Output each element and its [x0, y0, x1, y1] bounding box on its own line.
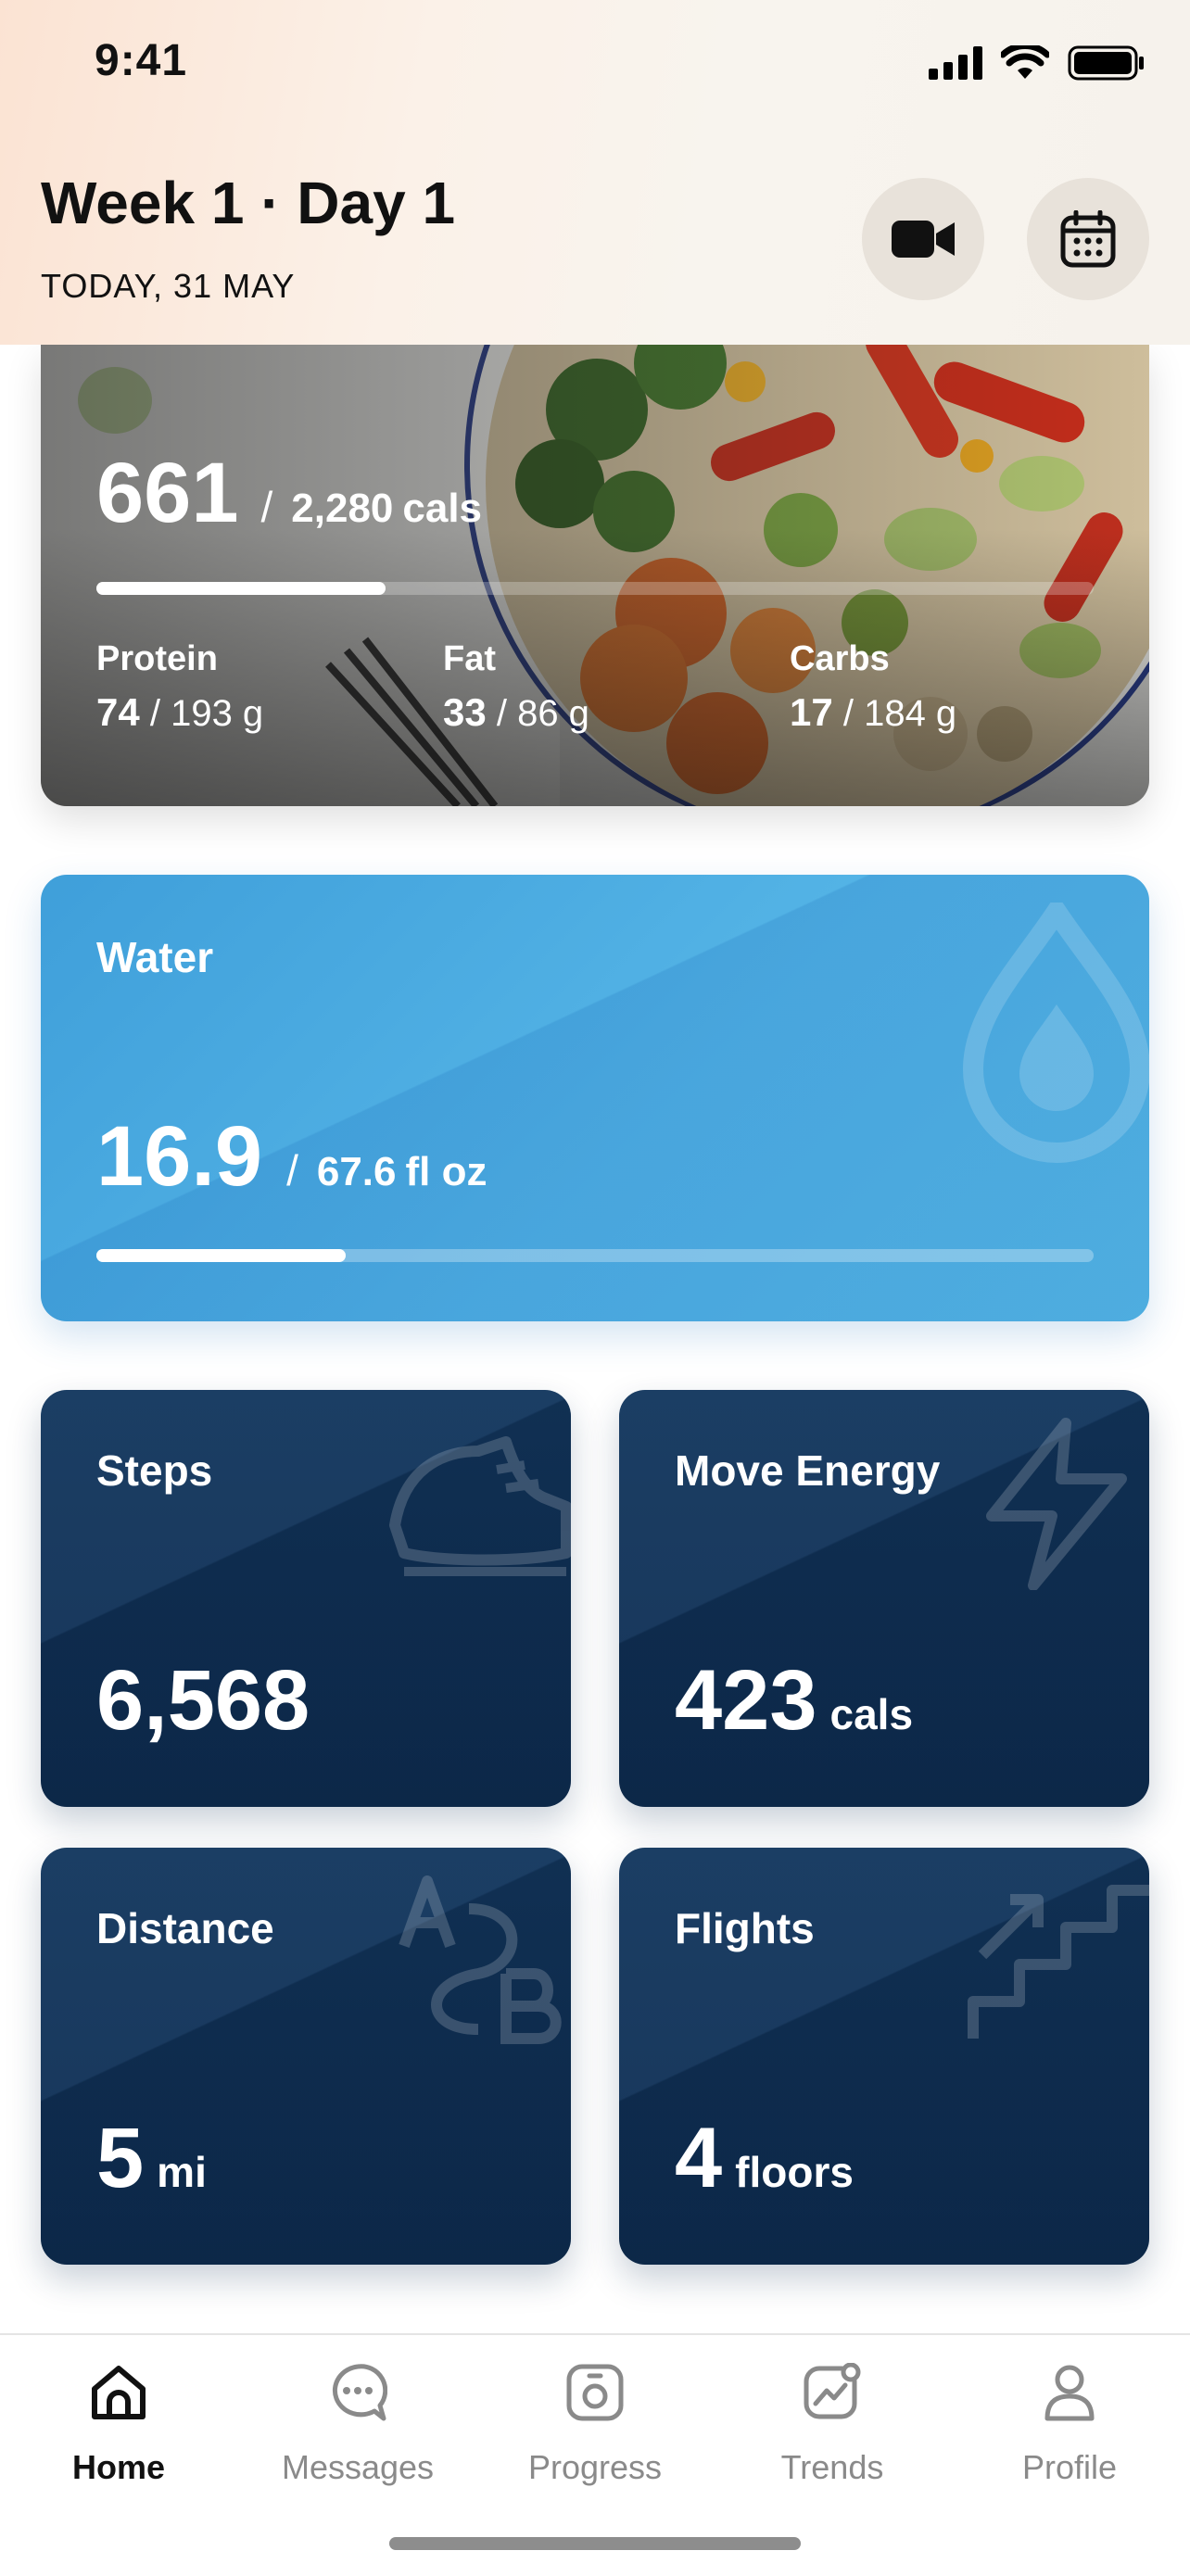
tab-progress[interactable]: Progress: [476, 2335, 714, 2511]
tab-label: Home: [71, 2448, 166, 2486]
water-title: Water: [96, 933, 214, 981]
macro-values: 33 / 86 g: [443, 690, 589, 735]
tab-trends[interactable]: Trends: [714, 2335, 951, 2511]
water-separator: /: [286, 1146, 298, 1194]
video-call-button[interactable]: [862, 178, 984, 300]
macro-label: Carbs: [790, 639, 890, 678]
water-unit: fl oz: [405, 1149, 487, 1194]
video-camera-icon: [892, 221, 955, 258]
macro-label: Protein: [96, 639, 218, 678]
macro-value: 74: [96, 690, 140, 734]
calendar-icon: [1060, 210, 1116, 268]
water-target: 67.6: [316, 1149, 397, 1194]
calories-card[interactable]: 661 / 2,280 cals Protein 74 / 193 g Fat …: [41, 345, 1149, 806]
sneaker-icon: [389, 1436, 571, 1576]
a-to-b-route-icon: [399, 1875, 562, 2044]
water-drop-icon: [962, 903, 1149, 1163]
tab-label: Trends: [780, 2448, 884, 2486]
tab-label: Profile: [1021, 2448, 1118, 2486]
calories-consumed: 661: [96, 446, 239, 540]
person-icon: [1044, 2365, 1095, 2421]
macro-value: 17: [790, 690, 833, 734]
tab-home[interactable]: Home: [0, 2335, 237, 2511]
stat-value: 4: [675, 2111, 723, 2205]
stairs-icon: [968, 1885, 1149, 2039]
stat-summary: 423 cals: [675, 1652, 913, 1749]
progress-camera-icon: [566, 2364, 624, 2421]
stat-title: Flights: [675, 1904, 815, 1952]
stat-summary: 4 floors: [675, 2110, 854, 2207]
stat-value: 423: [675, 1653, 817, 1748]
trends-chart-icon: [804, 2363, 861, 2419]
stat-value: 5: [96, 2111, 145, 2205]
macro-fat: Fat 33 / 86 g: [443, 639, 589, 735]
chat-bubble-icon: [332, 2364, 387, 2421]
macro-values: 17 / 184 g: [790, 690, 956, 735]
wifi-icon: [1001, 45, 1049, 79]
calories-target: 2,280: [291, 486, 394, 531]
app-header: 9:41 Week 1 · Day 1 TODAY, 31 MAY: [0, 0, 1190, 345]
stat-unit: floors: [735, 2148, 854, 2196]
tab-label: Messages: [281, 2448, 435, 2486]
battery-icon: [1068, 45, 1144, 81]
home-icon: [92, 2366, 146, 2419]
macro-label: Fat: [443, 639, 496, 678]
water-progress-fill: [96, 1249, 346, 1262]
tab-label: Progress: [527, 2448, 663, 2486]
stat-unit: cals: [829, 1690, 914, 1738]
calories-summary: 661 / 2,280 cals: [96, 445, 482, 542]
stat-title: Move Energy: [675, 1446, 941, 1495]
stat-summary: 5 mi: [96, 2110, 207, 2207]
macro-values: 74 / 193 g: [96, 690, 263, 735]
status-time: 9:41: [95, 36, 188, 85]
page-title: Week 1 · Day 1: [41, 170, 456, 236]
water-progress-bar: [96, 1249, 1094, 1262]
macro-protein: Protein 74 / 193 g: [96, 639, 263, 735]
macro-carbs: Carbs 17 / 184 g: [790, 639, 956, 735]
stat-unit: mi: [157, 2148, 207, 2196]
stat-title: Distance: [96, 1904, 274, 1952]
flights-card[interactable]: Flights 4 floors: [619, 1848, 1149, 2265]
water-value: 16.9: [96, 1109, 263, 1204]
macro-target: / 184 g: [842, 693, 957, 734]
distance-card[interactable]: Distance 5 mi: [41, 1848, 571, 2265]
lightning-icon: [986, 1418, 1127, 1590]
macro-value: 33: [443, 690, 487, 734]
calendar-button[interactable]: [1027, 178, 1149, 300]
steps-card[interactable]: Steps 6,568: [41, 1390, 571, 1807]
cellular-signal-icon: [929, 46, 982, 80]
tab-messages[interactable]: Messages: [239, 2335, 476, 2511]
stat-value: 6,568: [96, 1653, 310, 1748]
water-summary: 16.9 / 67.6 fl oz: [96, 1108, 487, 1206]
tab-profile[interactable]: Profile: [951, 2335, 1188, 2511]
calories-unit: cals: [402, 486, 483, 531]
water-card[interactable]: Water 16.9 / 67.6 fl oz: [41, 875, 1149, 1321]
calories-progress-fill: [96, 582, 386, 595]
image-overlay: [41, 345, 1149, 806]
page-date: TODAY, 31 MAY: [41, 267, 296, 305]
calories-progress-bar: [96, 582, 1094, 595]
calories-separator: /: [260, 483, 273, 531]
move-energy-card[interactable]: Move Energy 423 cals: [619, 1390, 1149, 1807]
home-indicator: [389, 2537, 801, 2550]
stat-title: Steps: [96, 1446, 213, 1495]
stat-summary: 6,568: [96, 1652, 323, 1749]
macro-target: / 193 g: [149, 693, 264, 734]
status-icons: [929, 44, 1146, 82]
macro-target: / 86 g: [496, 693, 589, 734]
